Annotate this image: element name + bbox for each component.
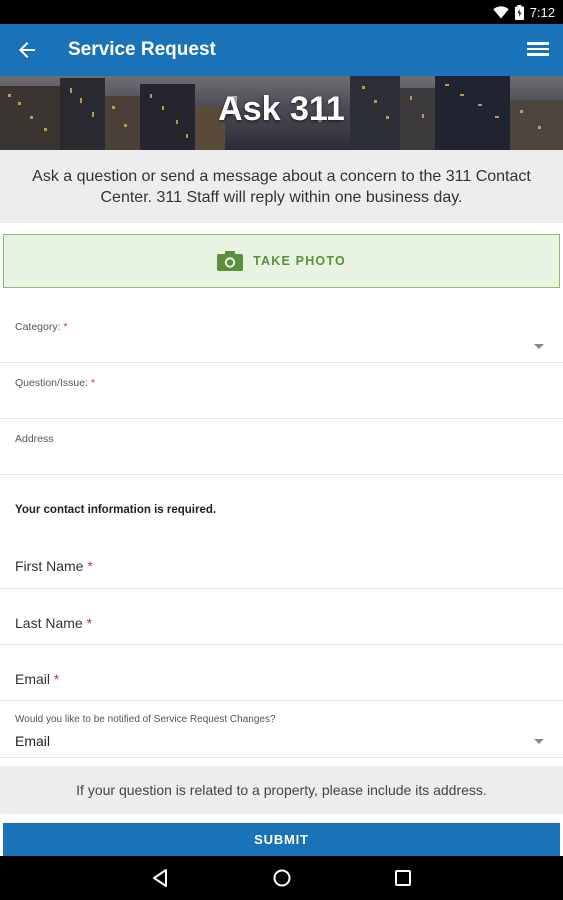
address-field[interactable]: Address: [0, 420, 563, 475]
app-bar: Service Request: [0, 24, 563, 76]
status-bar: 7:12: [0, 0, 563, 24]
hamburger-menu-icon[interactable]: [527, 38, 549, 60]
contact-info-note: Your contact information is required.: [15, 504, 217, 516]
back-triangle-icon[interactable]: [150, 867, 172, 889]
property-hint-text: If your question is related to a propert…: [76, 782, 487, 798]
submit-button[interactable]: SUBMIT: [3, 823, 560, 856]
hero-banner: Ask 311: [0, 76, 563, 150]
category-select[interactable]: Category: *: [0, 308, 563, 363]
first-name-label: First Name *: [15, 558, 93, 574]
home-circle-icon[interactable]: [271, 867, 293, 889]
battery-icon: [514, 4, 524, 20]
question-issue-field[interactable]: Question/Issue: *: [0, 364, 563, 419]
email-label: Email *: [15, 671, 60, 687]
last-name-label: Last Name *: [15, 615, 93, 631]
address-label: Address: [15, 433, 54, 445]
system-navigation-bar: [0, 856, 563, 900]
recents-square-icon[interactable]: [392, 867, 414, 889]
submit-label: SUBMIT: [254, 832, 309, 847]
notification-preference-select[interactable]: Would you like to be notified of Service…: [0, 701, 563, 758]
first-name-field[interactable]: First Name *: [0, 532, 563, 589]
notification-preference-value: Email: [15, 733, 51, 749]
email-field[interactable]: Email *: [0, 645, 563, 701]
take-photo-label: TAKE PHOTO: [253, 254, 346, 268]
notification-preference-label: Would you like to be notified of Service…: [15, 714, 276, 725]
take-photo-button[interactable]: TAKE PHOTO: [3, 234, 560, 288]
dropdown-arrow-icon: [534, 344, 544, 349]
wifi-icon: [492, 5, 509, 19]
intro-text-content: Ask a question or send a message about a…: [32, 167, 531, 206]
hero-title: Ask 311: [218, 90, 345, 128]
page-title: Service Request: [68, 39, 216, 60]
dropdown-arrow-icon: [534, 739, 544, 744]
arrow-left-icon[interactable]: [14, 37, 40, 63]
property-hint: If your question is related to a propert…: [0, 766, 563, 814]
camera-icon: [217, 251, 244, 271]
category-label: Category: *: [15, 321, 68, 333]
intro-text: Ask a question or send a message about a…: [0, 150, 563, 223]
clock: 7:12: [529, 4, 555, 20]
last-name-field[interactable]: Last Name *: [0, 589, 563, 645]
question-issue-label: Question/Issue: *: [15, 377, 95, 389]
